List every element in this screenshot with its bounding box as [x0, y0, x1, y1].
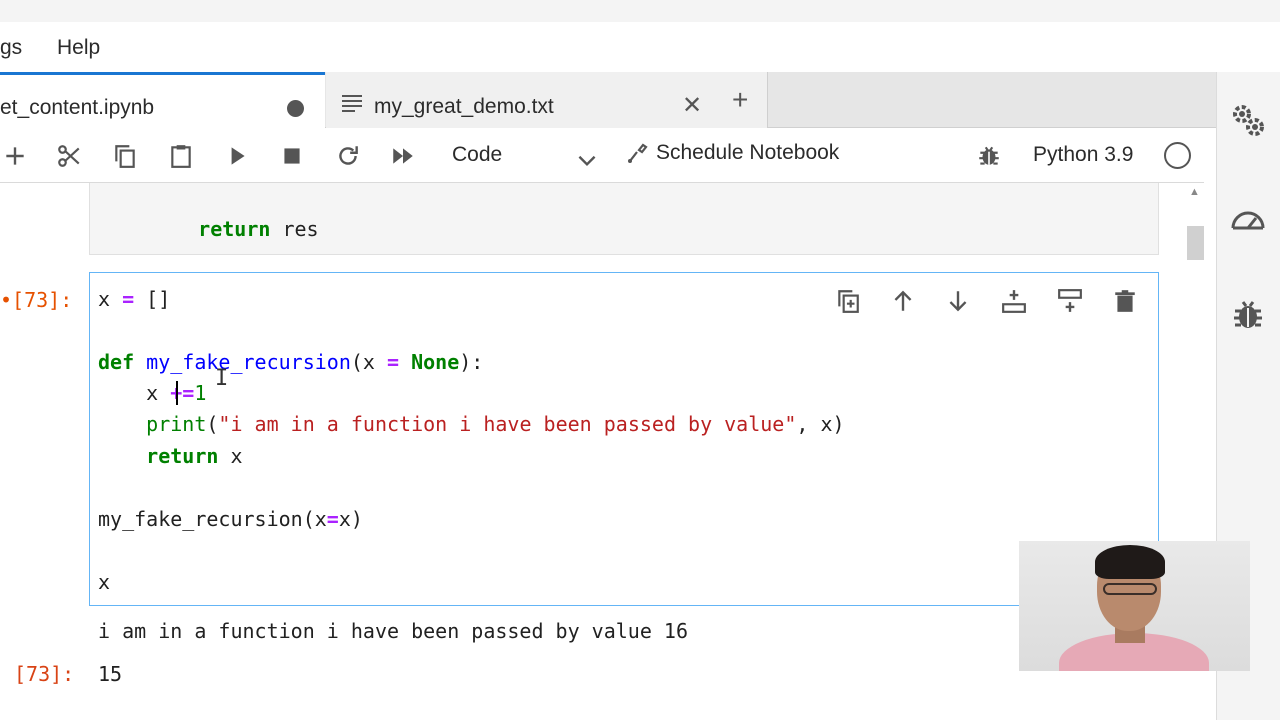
cell-result: 15	[98, 662, 123, 686]
code-line-3: def my_fake_recursion(x = None):	[98, 350, 484, 374]
input-prompt: •[73]:	[0, 288, 73, 312]
kernel-name[interactable]: Python 3.9	[1033, 143, 1133, 167]
cell-type-select[interactable]: Code	[452, 143, 502, 167]
move-up-icon[interactable]	[887, 284, 919, 318]
output-prompt: [73]:	[14, 662, 75, 686]
run-icon[interactable]	[222, 141, 252, 171]
resource-usage-icon[interactable]	[1229, 200, 1267, 238]
tab-bar: et_content.ipynb my_great_demo.txt ✕	[0, 72, 1216, 128]
code-line-1: x = []	[98, 287, 171, 311]
property-inspector-icon[interactable]	[1229, 102, 1267, 140]
close-tab-icon[interactable]: ✕	[682, 94, 702, 118]
webcam-overlay	[1019, 541, 1250, 671]
new-tab-button[interactable]: +	[732, 86, 748, 114]
ibeam-cursor-icon: I	[215, 366, 229, 391]
tab-text-file[interactable]: my_great_demo.txt ✕	[326, 72, 768, 128]
copy-icon[interactable]	[110, 141, 140, 171]
window-top-strip	[0, 0, 1280, 22]
scrollbar-thumb[interactable]	[1187, 226, 1204, 260]
tab-notebook-label: et_content.ipynb	[0, 96, 155, 119]
tab-text-file-label: my_great_demo.txt	[374, 95, 554, 118]
schedule-notebook-button[interactable]: Schedule Notebook	[626, 141, 839, 165]
debugger-icon[interactable]	[1229, 296, 1267, 334]
paste-icon[interactable]	[166, 141, 196, 171]
debug-icon[interactable]	[974, 141, 1004, 171]
move-down-icon[interactable]	[942, 284, 974, 318]
duplicate-cell-icon[interactable]	[832, 284, 864, 318]
insert-below-icon[interactable]	[998, 284, 1030, 318]
code-line-10: x	[98, 570, 111, 594]
code-line-6: return x	[98, 444, 243, 468]
schedule-notebook-label: Schedule Notebook	[656, 141, 840, 164]
insert-above-icon[interactable]	[1054, 284, 1086, 318]
code-line-8: my_fake_recursion(x=x)	[98, 507, 363, 531]
tab-notebook[interactable]: et_content.ipynb	[0, 72, 325, 128]
previous-cell-code-line: return res	[150, 217, 319, 241]
active-code-cell[interactable]	[89, 272, 1159, 606]
scroll-up-icon[interactable]: ▲	[1189, 186, 1200, 198]
menu-bar: gs Help	[0, 22, 1280, 72]
cut-icon[interactable]	[54, 141, 84, 171]
chevron-down-icon[interactable]	[572, 145, 602, 175]
kernel-idle-icon[interactable]	[1164, 142, 1191, 169]
presenter-glasses	[1103, 583, 1157, 595]
presenter-hair	[1095, 545, 1165, 579]
text-cursor	[176, 381, 178, 405]
text-file-icon	[342, 95, 362, 112]
menu-help[interactable]: Help	[57, 36, 100, 60]
unsaved-indicator-icon[interactable]	[287, 100, 304, 117]
delete-icon[interactable]	[1109, 284, 1141, 318]
cell-stdout: i am in a function i have been passed by…	[98, 619, 689, 643]
restart-icon[interactable]	[333, 141, 363, 171]
menu-settings[interactable]: gs	[0, 36, 22, 60]
code-line-5: print("i am in a function i have been pa…	[98, 412, 845, 436]
code-line-4: x +=1	[98, 381, 207, 405]
schedule-icon	[628, 143, 648, 163]
notebook-toolbar: Code Schedule Notebook Python 3.9	[0, 129, 1204, 183]
fast-forward-icon[interactable]	[388, 141, 418, 171]
stop-icon[interactable]	[277, 141, 307, 171]
add-cell-icon[interactable]	[0, 141, 30, 171]
